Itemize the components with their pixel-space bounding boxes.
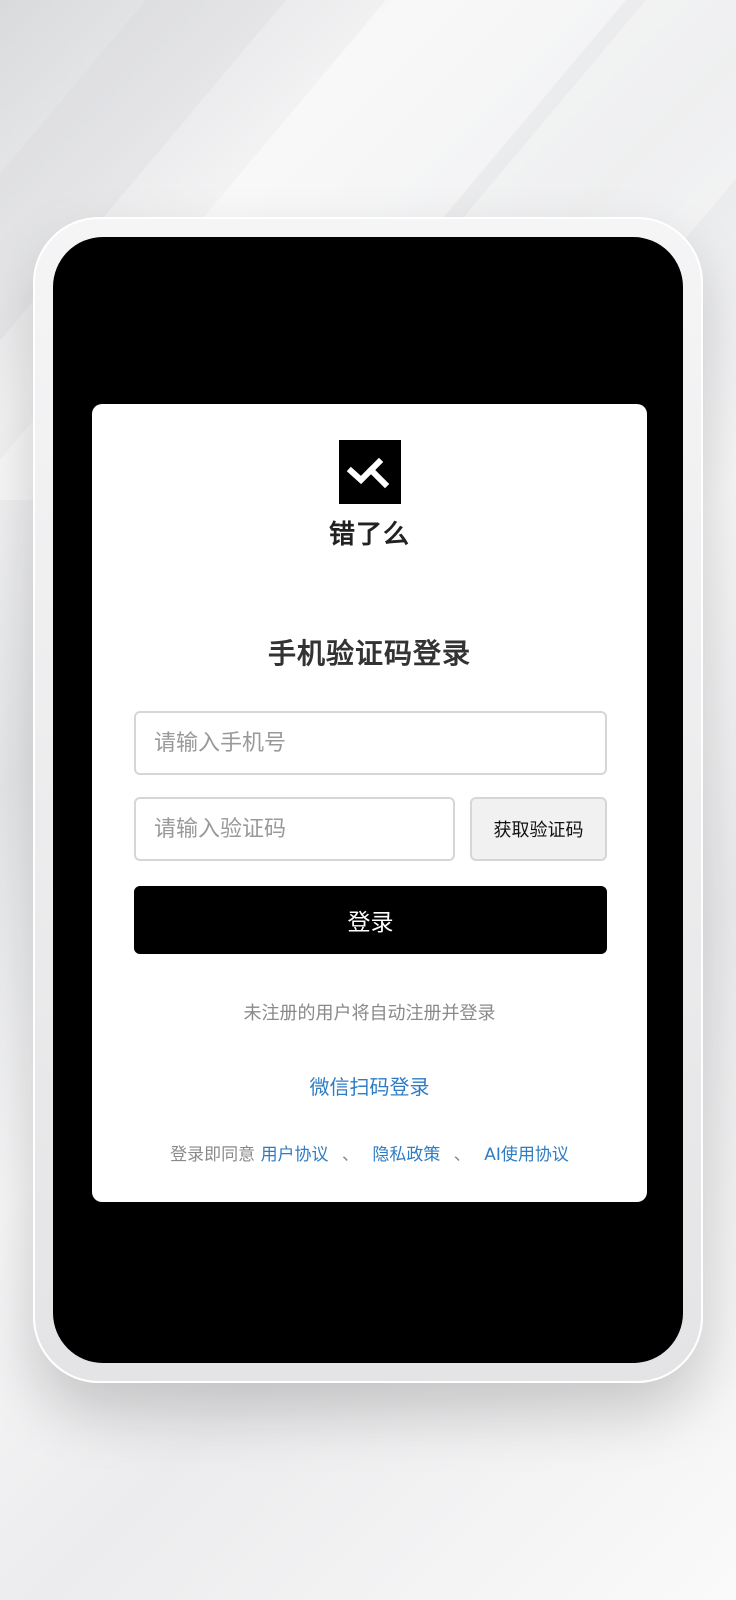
ai-usage-agreement-link[interactable]: AI使用协议 bbox=[484, 1145, 569, 1165]
app-logo-icon bbox=[339, 440, 401, 504]
wechat-qr-login-link[interactable]: 微信扫码登录 bbox=[92, 1071, 647, 1100]
login-button[interactable]: 登录 bbox=[134, 886, 607, 954]
page-title: 手机验证码登录 bbox=[267, 637, 471, 670]
login-card: 错了么 手机验证码登录 获取验证码 登录 未注册的用户将自动注册并登录 微信扫码… bbox=[92, 404, 647, 1202]
get-code-button[interactable]: 获取验证码 bbox=[470, 797, 607, 861]
agreement-separator: 、 bbox=[453, 1145, 471, 1165]
agreement-separator: 、 bbox=[341, 1145, 359, 1165]
app-name: 错了么 bbox=[328, 520, 410, 550]
agreement-prefix: 登录即同意 bbox=[170, 1145, 256, 1165]
privacy-policy-link[interactable]: 隐私政策 bbox=[372, 1145, 440, 1165]
phone-frame: 错了么 手机验证码登录 获取验证码 登录 未注册的用户将自动注册并登录 微信扫码… bbox=[33, 217, 703, 1383]
agreement-line: 登录即同意 用户协议 、 隐私政策 、 AI使用协议 bbox=[92, 1140, 647, 1165]
auto-register-note: 未注册的用户将自动注册并登录 bbox=[243, 1003, 496, 1024]
verification-code-input[interactable] bbox=[134, 797, 455, 861]
phone-number-input[interactable] bbox=[134, 711, 607, 775]
phone-screen: 错了么 手机验证码登录 获取验证码 登录 未注册的用户将自动注册并登录 微信扫码… bbox=[53, 237, 683, 1363]
user-agreement-link[interactable]: 用户协议 bbox=[261, 1145, 329, 1165]
